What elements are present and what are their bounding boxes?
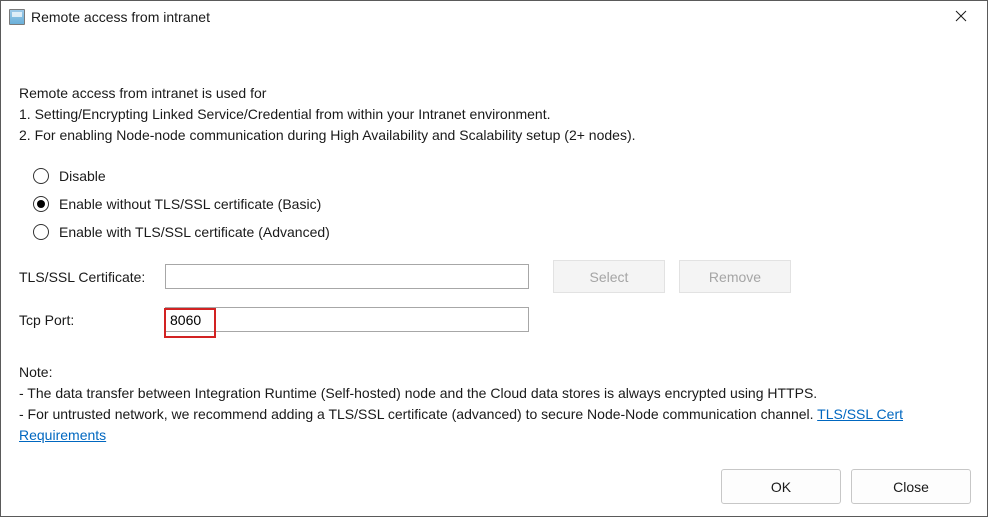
close-icon[interactable] bbox=[939, 1, 983, 31]
radio-basic-label: Enable without TLS/SSL certificate (Basi… bbox=[59, 196, 321, 212]
radio-disable-label: Disable bbox=[59, 168, 106, 184]
note-section: Note: - The data transfer between Integr… bbox=[19, 362, 969, 446]
close-button[interactable]: Close bbox=[851, 469, 971, 504]
radio-enable-advanced[interactable]: Enable with TLS/SSL certificate (Advance… bbox=[33, 224, 969, 240]
dialog-content: Remote access from intranet is used for … bbox=[1, 33, 987, 464]
title-bar: Remote access from intranet bbox=[1, 1, 987, 33]
cert-input[interactable] bbox=[165, 264, 529, 289]
radio-icon bbox=[33, 168, 49, 184]
radio-group: Disable Enable without TLS/SSL certifica… bbox=[33, 168, 969, 240]
radio-disable[interactable]: Disable bbox=[33, 168, 969, 184]
radio-enable-basic[interactable]: Enable without TLS/SSL certificate (Basi… bbox=[33, 196, 969, 212]
intro-heading: Remote access from intranet is used for bbox=[19, 83, 969, 104]
radio-advanced-label: Enable with TLS/SSL certificate (Advance… bbox=[59, 224, 330, 240]
radio-icon bbox=[33, 224, 49, 240]
dialog-footer: OK Close bbox=[721, 469, 971, 504]
note-line1: - The data transfer between Integration … bbox=[19, 383, 969, 404]
cert-row: TLS/SSL Certificate: Select Remove bbox=[19, 260, 969, 293]
note-line2-text: - For untrusted network, we recommend ad… bbox=[19, 406, 817, 422]
intro-line1: 1. Setting/Encrypting Linked Service/Cre… bbox=[19, 104, 969, 125]
remove-button[interactable]: Remove bbox=[679, 260, 791, 293]
port-input[interactable] bbox=[165, 307, 529, 332]
ok-button[interactable]: OK bbox=[721, 469, 841, 504]
select-button[interactable]: Select bbox=[553, 260, 665, 293]
note-header: Note: bbox=[19, 362, 969, 383]
cert-label: TLS/SSL Certificate: bbox=[19, 269, 165, 285]
port-row: Tcp Port: bbox=[19, 307, 969, 332]
app-icon bbox=[9, 9, 25, 25]
intro-line2: 2. For enabling Node-node communication … bbox=[19, 125, 969, 146]
intro-text: Remote access from intranet is used for … bbox=[19, 83, 969, 146]
radio-icon bbox=[33, 196, 49, 212]
note-line2: - For untrusted network, we recommend ad… bbox=[19, 404, 969, 446]
port-label: Tcp Port: bbox=[19, 312, 165, 328]
window-title: Remote access from intranet bbox=[31, 9, 939, 25]
